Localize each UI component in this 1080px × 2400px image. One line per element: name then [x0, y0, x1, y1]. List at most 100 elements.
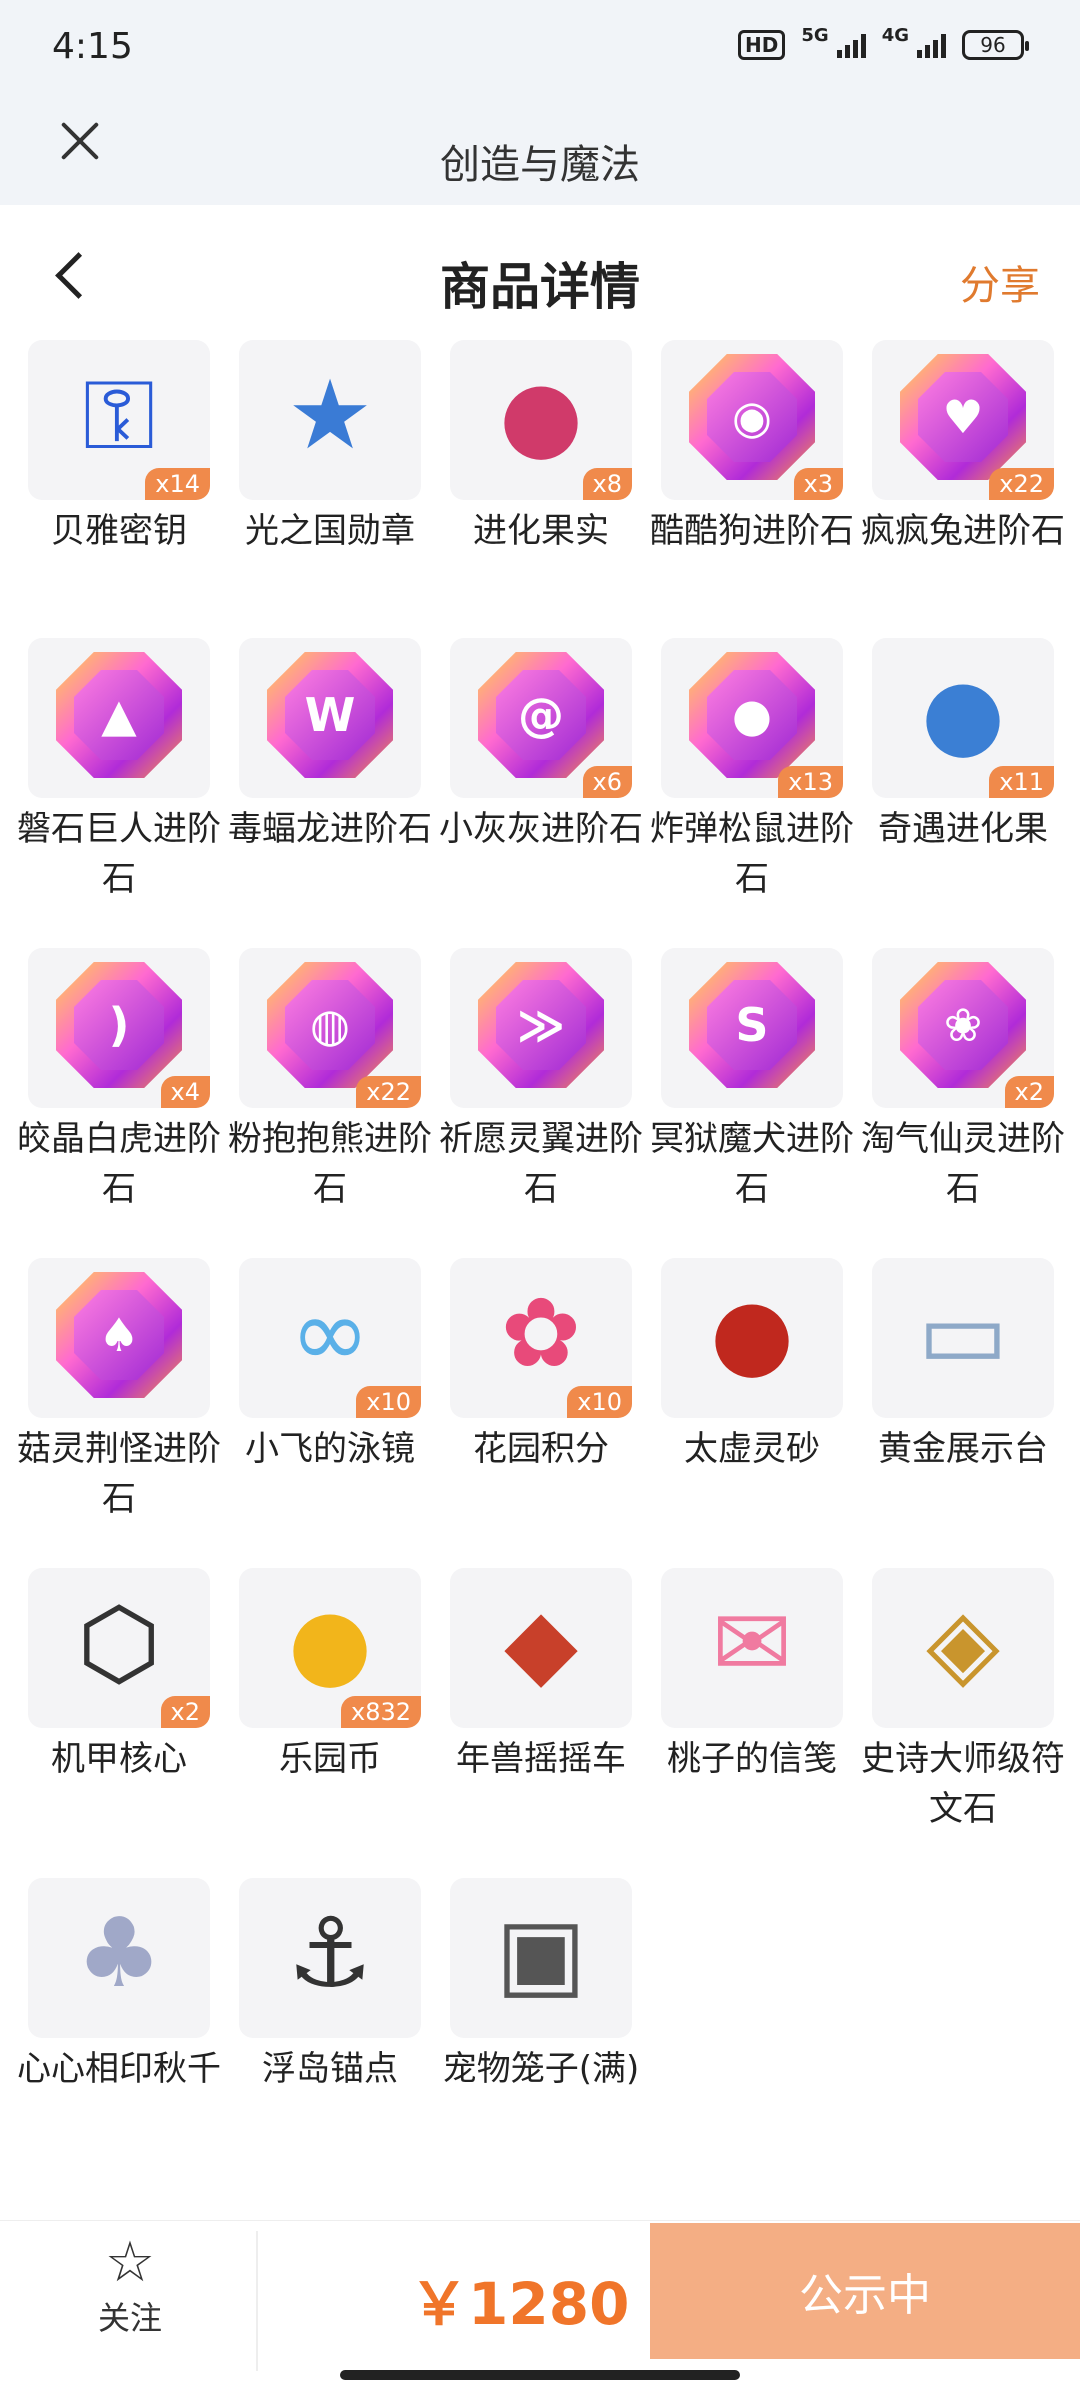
gem-bat-icon: W	[267, 652, 393, 778]
item-card[interactable]: ● x832 乐园币	[239, 1568, 421, 1784]
item-name: 贝雅密钥	[51, 511, 187, 551]
item-name: 小飞的泳镜	[245, 1429, 415, 1469]
item-card[interactable]: ♥ x22 疯疯兔进阶石	[861, 340, 1065, 556]
item-thumbnail: ●	[661, 1258, 843, 1418]
share-button[interactable]: 分享	[960, 253, 1040, 311]
item-card[interactable]: ● x13 炸弹松鼠进阶石	[650, 638, 854, 904]
item-card[interactable]: ● x11 奇遇进化果	[872, 638, 1054, 854]
item-card[interactable]: ★ 光之国勋章	[239, 340, 421, 556]
item-name: 菇灵荆怪进阶石	[17, 1429, 221, 1519]
item-count-badge: x13	[778, 766, 843, 798]
key-card-icon: ⚿	[82, 359, 156, 471]
beast-car-icon: ◆	[504, 1587, 578, 1699]
item-card[interactable]: ♠ 菇灵荆怪进阶石	[17, 1258, 221, 1524]
item-card[interactable]: ● x8 进化果实	[450, 340, 632, 556]
gem-wing-icon: ≫	[478, 962, 604, 1088]
app-title-bar: 创造与魔法	[0, 100, 1080, 205]
item-thumbnail: ◈	[872, 1568, 1054, 1728]
item-thumbnail: ) x4	[28, 948, 210, 1108]
item-name: 粉抱抱熊进阶石	[228, 1119, 432, 1209]
item-count-badge: x22	[356, 1076, 421, 1108]
status-icons: HD 5G 4G 96	[738, 25, 1029, 60]
item-card[interactable]: ≫ 祈愿灵翼进阶石	[439, 948, 643, 1214]
item-name: 奇遇进化果	[878, 809, 1048, 849]
status-time: 4:15	[52, 26, 133, 67]
star-medal-icon: ★	[286, 359, 374, 471]
home-indicator[interactable]	[340, 2370, 740, 2380]
item-thumbnail: S	[661, 948, 843, 1108]
item-name: 祈愿灵翼进阶石	[439, 1119, 643, 1209]
item-count-badge: x832	[340, 1696, 421, 1728]
item-card[interactable]: ) x4 皎晶白虎进阶石	[17, 948, 221, 1214]
item-card[interactable]: ❀ x2 淘气仙灵进阶石	[861, 948, 1065, 1214]
item-count-badge: x6	[582, 766, 632, 798]
item-thumbnail: ⚿ x14	[28, 340, 210, 500]
gem-mushroom-icon: ♠	[56, 1272, 182, 1398]
app-title: 创造与魔法	[440, 142, 640, 188]
item-count-badge: x4	[160, 1076, 210, 1108]
item-card[interactable]: ⚿ x14 贝雅密钥	[28, 340, 210, 556]
gold-coin-icon: ●	[288, 1587, 372, 1699]
item-name: 炸弹松鼠进阶石	[650, 809, 854, 899]
item-card[interactable]: ◈ 史诗大师级符文石	[861, 1568, 1065, 1834]
item-card[interactable]: ♣ 心心相印秋千	[17, 1878, 221, 2094]
blue-berry-icon: ●	[921, 657, 1005, 769]
item-card[interactable]: ⬡ x2 机甲核心	[28, 1568, 210, 1784]
item-thumbnail: ♠	[28, 1258, 210, 1418]
item-card[interactable]: W 毒蝠龙进阶石	[228, 638, 432, 854]
item-count-badge: x2	[1004, 1076, 1054, 1108]
item-name: 酷酷狗进阶石	[650, 511, 854, 551]
item-card[interactable]: @ x6 小灰灰进阶石	[439, 638, 643, 854]
pet-cage-icon: ▣	[495, 1897, 587, 2009]
item-thumbnail: @ x6	[450, 638, 632, 798]
item-card[interactable]: ▭ 黄金展示台	[872, 1258, 1054, 1474]
item-card[interactable]: ◍ x22 粉抱抱熊进阶石	[228, 948, 432, 1214]
item-count-badge: x10	[567, 1386, 632, 1418]
gem-egg-icon: ◍	[267, 962, 393, 1088]
berry-fruit-icon: ●	[499, 359, 583, 471]
item-card[interactable]: ⚓ 浮岛锚点	[239, 1878, 421, 2094]
item-card[interactable]: ● 太虚灵砂	[661, 1258, 843, 1474]
item-name: 心心相印秋千	[17, 2049, 221, 2089]
item-card[interactable]: ◉ x3 酷酷狗进阶石	[650, 340, 854, 556]
display-platform-icon: ▭	[917, 1277, 1009, 1389]
goggles-icon: ∞	[290, 1277, 370, 1389]
signal-icon	[917, 32, 946, 58]
net-4g-label: 4G	[881, 24, 909, 46]
item-name: 毒蝠龙进阶石	[228, 809, 432, 849]
item-thumbnail: ⚓	[239, 1878, 421, 2038]
publicity-status-button[interactable]: 公示中	[650, 2223, 1080, 2359]
item-card[interactable]: ✉ 桃子的信笺	[661, 1568, 843, 1784]
gem-fairy-icon: ❀	[900, 962, 1026, 1088]
item-name: 宠物笼子(满)	[442, 2049, 640, 2089]
gem-acorn-icon: ●	[689, 652, 815, 778]
red-button-icon: ●	[710, 1277, 794, 1389]
item-name: 桃子的信笺	[667, 1739, 837, 1779]
follow-label: 关注	[97, 2299, 162, 2337]
item-card[interactable]: S 冥狱魔犬进阶石	[650, 948, 854, 1214]
item-thumbnail: ❀ x2	[872, 948, 1054, 1108]
item-count-badge: x10	[356, 1386, 421, 1418]
item-card[interactable]: ◆ 年兽摇摇车	[450, 1568, 632, 1784]
item-name: 冥狱魔犬进阶石	[650, 1119, 854, 1209]
item-name: 花园积分	[473, 1429, 609, 1469]
item-thumbnail: W	[239, 638, 421, 798]
gem-carrot-icon: ♥	[900, 354, 1026, 480]
item-name: 乐园币	[279, 1739, 381, 1779]
item-thumbnail: ▲	[28, 638, 210, 798]
item-count-badge: x3	[793, 468, 843, 500]
signal-icon	[836, 32, 866, 58]
item-card[interactable]: ∞ x10 小飞的泳镜	[239, 1258, 421, 1474]
item-thumbnail: ★	[239, 340, 421, 500]
anchor-icon: ⚓	[286, 1897, 374, 2009]
page-header: 商品详情 分享	[0, 205, 1080, 345]
item-thumbnail: ◆	[450, 1568, 632, 1728]
gem-lollipop-icon: @	[478, 652, 604, 778]
item-card[interactable]: ▣ 宠物笼子(满)	[443, 1878, 639, 2094]
item-thumbnail: ✿ x10	[450, 1258, 632, 1418]
item-card[interactable]: ▲ 磐石巨人进阶石	[17, 638, 221, 904]
gem-flame-icon: S	[689, 962, 815, 1088]
item-card[interactable]: ✿ x10 花园积分	[450, 1258, 632, 1474]
rune-stone-icon: ◈	[926, 1587, 1000, 1699]
follow-button[interactable]: ☆ 关注	[60, 2233, 200, 2339]
